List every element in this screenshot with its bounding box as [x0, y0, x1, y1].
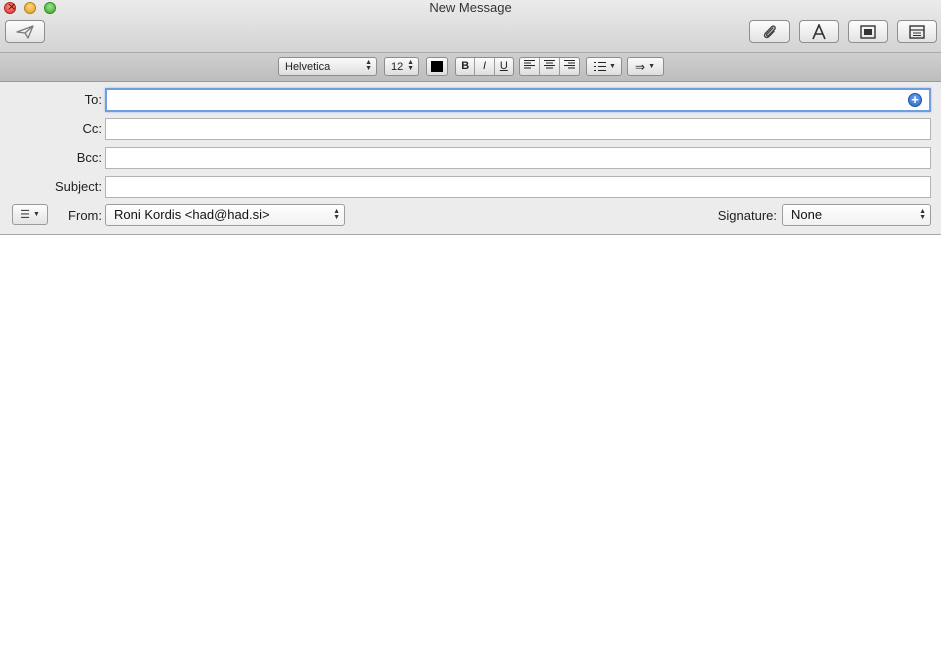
align-left-icon [524, 60, 535, 69]
font-family-select[interactable]: Helvetica ▲ ▼ [278, 57, 377, 76]
mail-compose-window: New Message [0, 0, 941, 664]
list-menu-icon: ☰ [20, 209, 30, 221]
italic-button[interactable]: I [475, 58, 495, 75]
cc-field[interactable] [105, 118, 931, 140]
header-fields-menu-button[interactable]: ☰ ▼ [12, 204, 48, 225]
to-label: To: [84, 92, 102, 107]
updown-arrows-icon: ▲ ▼ [365, 59, 372, 72]
from-value: Roni Kordis <had@had.si> [114, 207, 270, 222]
chevron-down-icon: ▼ [609, 63, 616, 70]
font-family-value: Helvetica [285, 60, 331, 73]
format-bar: Helvetica ▲ ▼ 12 ▲ ▼ B I U ▼ ⇒ ▼ [0, 53, 941, 82]
list-style-button[interactable]: ▼ [586, 57, 622, 76]
signature-value: None [791, 207, 823, 222]
title-toolbar: New Message [0, 0, 941, 53]
to-field[interactable]: + [105, 88, 931, 112]
text-style-group: B I U [455, 57, 514, 76]
paper-plane-icon [16, 24, 34, 39]
stationery-button[interactable] [897, 20, 937, 43]
photo-browser-icon [860, 24, 876, 39]
font-size-value: 12 [391, 60, 404, 73]
chevron-down-icon: ▼ [648, 63, 655, 70]
align-right-icon [564, 60, 575, 69]
window-title: New Message [429, 0, 512, 15]
align-center-icon [544, 60, 555, 69]
attach-button[interactable] [749, 20, 790, 43]
message-headers: To: + Cc: Bcc: Subject: ☰ ▼ From: Roni K… [0, 82, 941, 235]
updown-arrows-icon: ▲ ▼ [407, 59, 414, 72]
photo-browser-button[interactable] [848, 20, 888, 43]
chevron-down-icon: ▼ [32, 211, 40, 218]
bold-button[interactable]: B [456, 58, 476, 75]
font-a-icon [812, 23, 826, 39]
bulleted-list-icon [594, 62, 606, 71]
show-fonts-button[interactable] [799, 20, 839, 43]
indent-button[interactable]: ⇒ ▼ [627, 57, 664, 76]
subject-field[interactable] [105, 176, 931, 198]
bcc-label: Bcc: [76, 150, 102, 165]
align-right-button[interactable] [560, 58, 579, 75]
updown-arrows-icon: ▲ ▼ [333, 208, 340, 221]
updown-arrows-icon: ▲ ▼ [919, 208, 926, 221]
from-account-select[interactable]: Roni Kordis <had@had.si> ▲ ▼ [105, 204, 345, 226]
subject-label: Subject: [55, 179, 102, 194]
indent-arrow-icon: ⇒ [635, 59, 646, 74]
align-left-button[interactable] [520, 58, 540, 75]
add-contact-icon[interactable]: + [908, 93, 922, 107]
paperclip-icon [763, 24, 776, 38]
text-color-button[interactable] [426, 57, 448, 76]
alignment-group [519, 57, 580, 76]
cc-label: Cc: [82, 121, 103, 136]
signature-label: Signature: [717, 208, 777, 223]
from-label: From: [68, 208, 102, 223]
signature-select[interactable]: None ▲ ▼ [782, 204, 931, 226]
message-body[interactable] [0, 235, 941, 664]
font-size-select[interactable]: 12 ▲ ▼ [384, 57, 419, 76]
color-swatch [431, 61, 443, 72]
send-button[interactable] [5, 20, 45, 43]
underline-button[interactable]: U [495, 58, 513, 75]
align-center-button[interactable] [540, 58, 560, 75]
stationery-icon [909, 24, 925, 39]
bcc-field[interactable] [105, 147, 931, 169]
